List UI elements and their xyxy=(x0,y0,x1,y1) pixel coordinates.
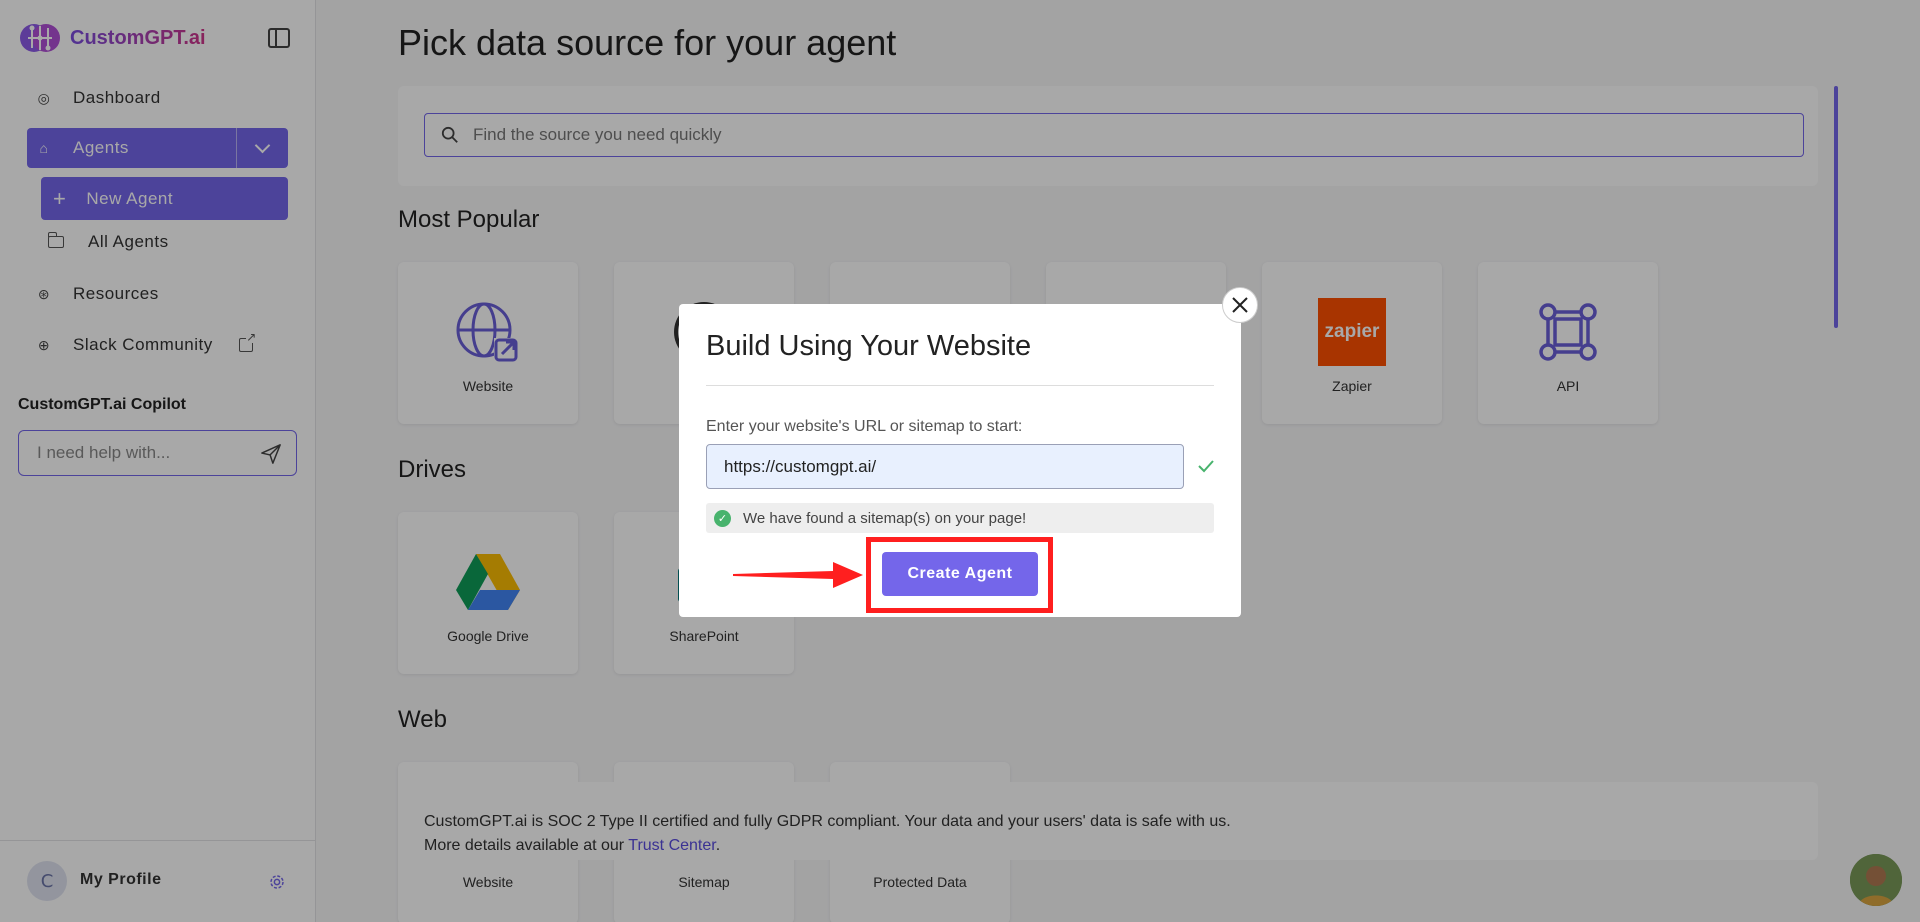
modal-title: Build Using Your Website xyxy=(706,330,1032,362)
check-icon xyxy=(1198,460,1214,473)
sitemap-found-message: ✓ We have found a sitemap(s) on your pag… xyxy=(706,503,1214,533)
url-value: https://customgpt.ai/ xyxy=(724,456,877,476)
close-icon xyxy=(1232,297,1248,313)
arrow-annotation-icon xyxy=(733,562,863,588)
found-text: We have found a sitemap(s) on your page! xyxy=(743,509,1027,527)
close-modal-button[interactable] xyxy=(1222,287,1258,323)
highlight-annotation-box xyxy=(866,537,1053,613)
website-url-input[interactable]: https://customgpt.ai/ xyxy=(706,444,1184,489)
url-label: Enter your website's URL or sitemap to s… xyxy=(706,418,1023,435)
success-check-icon: ✓ xyxy=(714,509,731,527)
divider xyxy=(706,385,1214,386)
